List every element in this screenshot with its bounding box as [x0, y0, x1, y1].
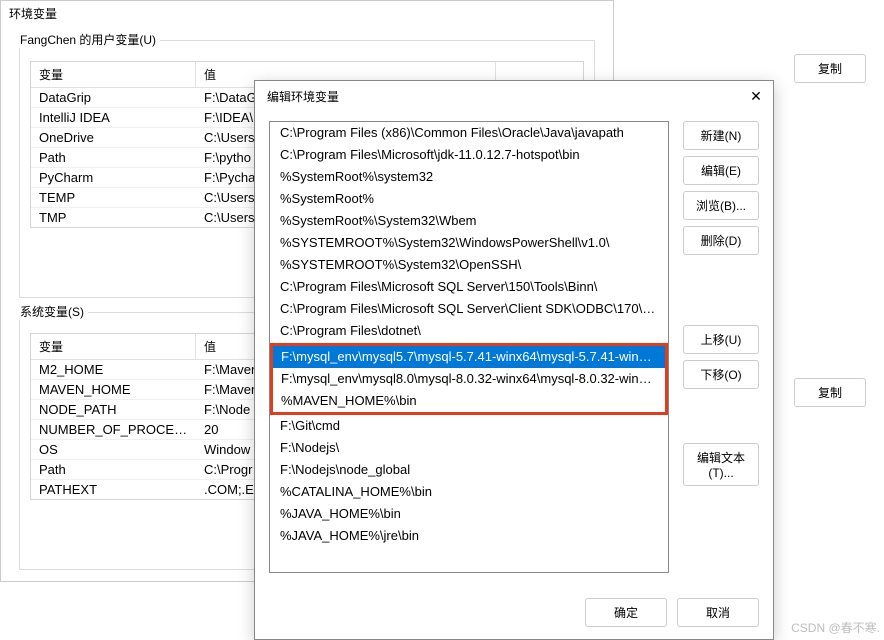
list-item[interactable]: %CATALINA_HOME%\bin [270, 481, 668, 503]
close-icon[interactable]: ✕ [747, 87, 765, 105]
path-listbox[interactable]: C:\Program Files (x86)\Common Files\Orac… [269, 121, 669, 573]
col-variable[interactable]: 变量 [31, 62, 196, 87]
list-item[interactable]: %SystemRoot%\System32\Wbem [270, 210, 668, 232]
list-item-selected[interactable]: F:\mysql_env\mysql5.7\mysql-5.7.41-winx6… [273, 346, 665, 368]
list-item[interactable]: %SYSTEMROOT%\System32\OpenSSH\ [270, 254, 668, 276]
dialog-titlebar: 编辑环境变量 ✕ [255, 81, 773, 111]
highlight-annotation: F:\mysql_env\mysql5.7\mysql-5.7.41-winx6… [270, 343, 668, 415]
list-item[interactable]: F:\Nodejs\ [270, 437, 668, 459]
list-item[interactable]: C:\Program Files\Microsoft SQL Server\Cl… [270, 298, 668, 320]
col-variable[interactable]: 变量 [31, 334, 196, 359]
list-item[interactable]: C:\Program Files\dotnet\ [270, 320, 668, 342]
new-button[interactable]: 新建(N) [683, 121, 759, 150]
list-item[interactable]: F:\mysql_env\mysql8.0\mysql-8.0.32-winx6… [273, 368, 665, 390]
list-item[interactable]: F:\Git\cmd [270, 415, 668, 437]
ok-button[interactable]: 确定 [585, 598, 667, 627]
watermark: CSDN @春不寒. [791, 619, 880, 636]
delete-button[interactable]: 删除(D) [683, 226, 759, 255]
list-item[interactable]: %SystemRoot%\system32 [270, 166, 668, 188]
copy-button[interactable]: 复制 [794, 54, 866, 83]
list-item[interactable]: C:\Program Files\Microsoft\jdk-11.0.12.7… [270, 144, 668, 166]
cancel-button[interactable]: 取消 [677, 598, 759, 627]
dialog-title: 编辑环境变量 [267, 88, 339, 105]
copy-button[interactable]: 复制 [794, 378, 866, 407]
edit-button[interactable]: 编辑(E) [683, 156, 759, 185]
list-item[interactable]: C:\Program Files\Microsoft SQL Server\15… [270, 276, 668, 298]
user-vars-label: FangChen 的用户变量(U) [16, 31, 160, 48]
move-up-button[interactable]: 上移(U) [683, 325, 759, 354]
list-item[interactable]: %JAVA_HOME%\jre\bin [270, 525, 668, 547]
list-item[interactable]: F:\Nodejs\node_global [270, 459, 668, 481]
list-item[interactable]: %SYSTEMROOT%\System32\WindowsPowerShell\… [270, 232, 668, 254]
button-column: 新建(N) 编辑(E) 浏览(B)... 删除(D) 上移(U) 下移(O) 编… [669, 121, 759, 573]
dialog-title: 环境变量 [1, 1, 613, 26]
list-item[interactable]: %JAVA_HOME%\bin [270, 503, 668, 525]
list-item[interactable]: %SystemRoot% [270, 188, 668, 210]
browse-button[interactable]: 浏览(B)... [683, 191, 759, 220]
sys-vars-label: 系统变量(S) [16, 303, 88, 320]
edit-text-button[interactable]: 编辑文本(T)... [683, 443, 759, 486]
move-down-button[interactable]: 下移(O) [683, 360, 759, 389]
edit-env-var-dialog: 编辑环境变量 ✕ C:\Program Files (x86)\Common F… [254, 80, 774, 640]
list-item[interactable]: %MAVEN_HOME%\bin [273, 390, 665, 412]
list-item[interactable]: C:\Program Files (x86)\Common Files\Orac… [270, 122, 668, 144]
dialog-footer: 确定 取消 [585, 598, 759, 627]
